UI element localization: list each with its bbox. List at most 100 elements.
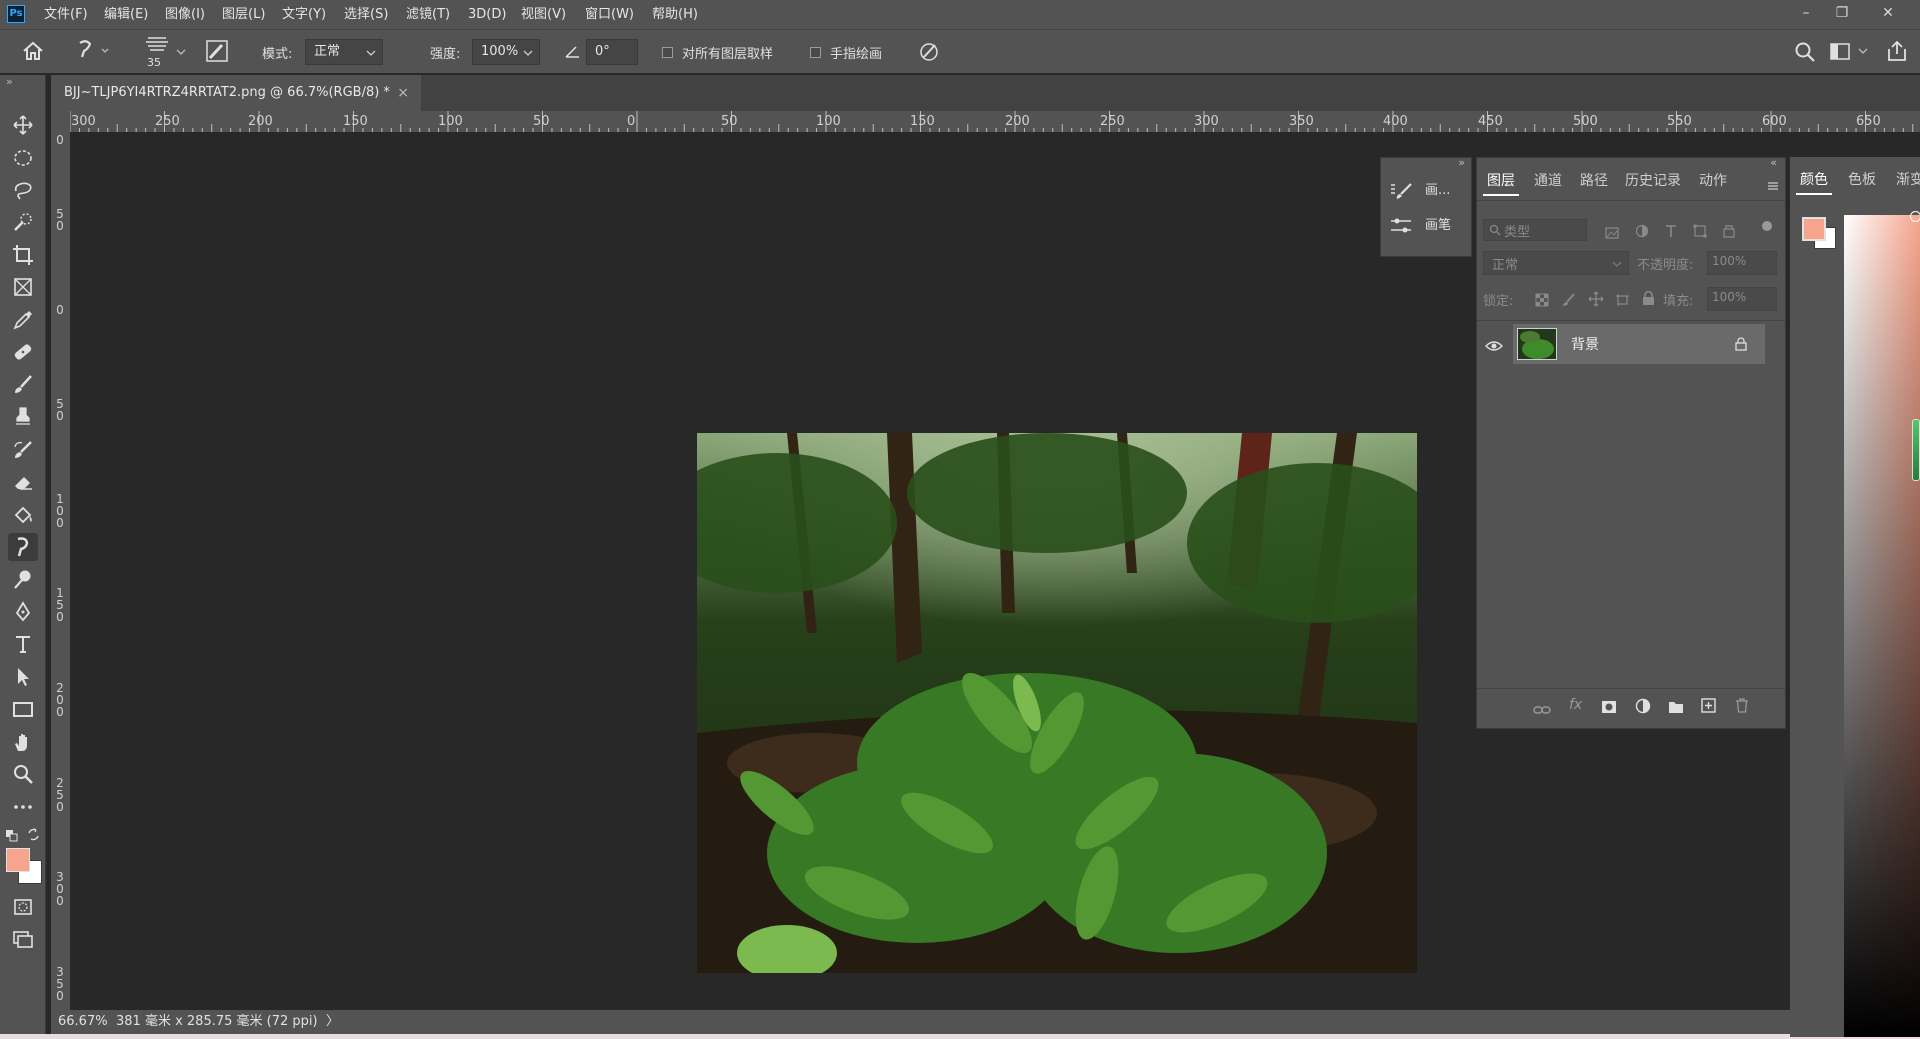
menu-image[interactable]: 图像(I): [165, 0, 205, 29]
swap-colors-icon[interactable]: [27, 826, 40, 845]
home-icon[interactable]: [22, 41, 44, 65]
lock-pixels-icon[interactable]: [1562, 292, 1576, 311]
document-image[interactable]: [697, 433, 1417, 973]
quick-mask-tool[interactable]: [8, 893, 38, 921]
search-icon[interactable]: [1794, 41, 1816, 67]
healing-brush-tool[interactable]: [8, 338, 38, 366]
toolbar-collapse-icon[interactable]: »: [6, 75, 13, 88]
tab-color[interactable]: 颜色: [1800, 169, 1828, 189]
rectangle-tool[interactable]: [8, 695, 38, 723]
opacity-input[interactable]: 100%: [1707, 251, 1777, 275]
menu-3d[interactable]: 3D(D): [468, 0, 506, 29]
filter-smart-object-icon[interactable]: [1722, 223, 1736, 242]
smudge-tool-preset-icon[interactable]: [76, 39, 110, 65]
lasso-tool[interactable]: [8, 176, 38, 204]
paint-bucket-tool[interactable]: [8, 501, 38, 529]
dodge-tool[interactable]: [8, 565, 38, 593]
lock-all-icon[interactable]: [1642, 290, 1655, 310]
document-tab[interactable]: BJJ~TLJP6YI4RTRZ4RRTAT2.png @ 66.7%(RGB/…: [51, 75, 421, 111]
quick-selection-tool[interactable]: [8, 208, 38, 236]
layers-panel-collapse-icon[interactable]: «: [1770, 156, 1777, 169]
menu-help[interactable]: 帮助(H): [652, 0, 698, 29]
angle-input[interactable]: 0°: [586, 39, 638, 65]
move-tool[interactable]: [8, 111, 38, 139]
minimize-button[interactable]: –: [1788, 0, 1824, 29]
horizontal-ruler[interactable]: 300 250 200 150 100 50 0 50 100 150 200 …: [70, 111, 1920, 133]
foreground-color-swatch[interactable]: [6, 848, 30, 872]
brush-preset-picker[interactable]: 35: [140, 34, 188, 70]
menu-type[interactable]: 文字(Y): [282, 0, 326, 29]
strength-input[interactable]: 100%: [472, 39, 540, 65]
smudge-tool[interactable]: [8, 533, 38, 561]
tab-gradients[interactable]: 渐变: [1896, 169, 1920, 189]
default-colors-icon[interactable]: [6, 827, 18, 846]
share-icon[interactable]: [1886, 40, 1908, 66]
restore-button[interactable]: ❐: [1824, 0, 1860, 29]
brush-presets-panel-button[interactable]: 画...: [1389, 178, 1469, 204]
sample-all-layers-checkbox[interactable]: [662, 47, 673, 58]
crop-tool[interactable]: [8, 241, 38, 269]
tab-swatches[interactable]: 色板: [1848, 169, 1876, 189]
tab-actions[interactable]: 动作: [1699, 170, 1727, 190]
filter-adjustment-icon[interactable]: [1635, 223, 1649, 242]
menu-filter[interactable]: 滤镜(T): [406, 0, 450, 29]
filter-type-icon[interactable]: [1664, 223, 1678, 242]
hand-tool[interactable]: [8, 728, 38, 756]
menu-view[interactable]: 视图(V): [521, 0, 566, 29]
filter-pixel-icon[interactable]: [1605, 224, 1619, 243]
eye-icon[interactable]: [1485, 337, 1503, 356]
vertical-ruler[interactable]: 0 50 0 50 100 150 200 250 300 350: [51, 132, 70, 1010]
color-picker-field[interactable]: [1844, 215, 1920, 1037]
mini-panel-collapse-icon[interactable]: »: [1458, 156, 1465, 169]
history-brush-tool[interactable]: [8, 436, 38, 464]
layer-row[interactable]: 背景: [1513, 324, 1765, 364]
filter-shape-icon[interactable]: [1693, 223, 1707, 242]
path-selection-tool[interactable]: [8, 663, 38, 691]
edit-toolbar-button[interactable]: [8, 793, 38, 821]
tab-channels[interactable]: 通道: [1534, 170, 1562, 190]
new-layer-icon[interactable]: [1701, 698, 1716, 717]
mode-select[interactable]: 正常: [305, 39, 383, 65]
brush-panel-button[interactable]: 画笔: [1389, 213, 1469, 239]
adjustment-layer-icon[interactable]: [1635, 698, 1651, 718]
layer-style-icon[interactable]: fx: [1569, 697, 1582, 713]
pressure-icon[interactable]: [918, 41, 940, 67]
tab-paths[interactable]: 路径: [1580, 170, 1608, 190]
brush-tool[interactable]: [8, 371, 38, 399]
lock-position-icon[interactable]: [1588, 291, 1604, 311]
lock-artboard-icon[interactable]: [1615, 292, 1630, 311]
lock-transparent-icon[interactable]: [1535, 292, 1549, 311]
color-foreground-swatch[interactable]: [1802, 217, 1826, 241]
brush-settings-icon[interactable]: [206, 40, 228, 66]
finger-painting-checkbox[interactable]: [810, 47, 821, 58]
eraser-tool[interactable]: [8, 468, 38, 496]
close-tab-icon[interactable]: ×: [397, 75, 409, 111]
frame-tool[interactable]: [8, 273, 38, 301]
color-picker-cursor[interactable]: [1910, 211, 1920, 222]
panel-menu-icon[interactable]: [1767, 176, 1779, 195]
close-window-button[interactable]: ✕: [1870, 0, 1906, 29]
menu-layer[interactable]: 图层(L): [222, 0, 265, 29]
filter-toggle-icon[interactable]: [1762, 221, 1772, 231]
new-group-icon[interactable]: [1668, 699, 1684, 718]
fill-input[interactable]: 100%: [1707, 287, 1777, 311]
tab-history[interactable]: 历史记录: [1625, 170, 1681, 190]
pen-tool[interactable]: [8, 598, 38, 626]
link-layers-icon[interactable]: [1533, 701, 1551, 720]
eyedropper-tool[interactable]: [8, 306, 38, 334]
workspace-icon[interactable]: [1830, 42, 1870, 66]
type-tool[interactable]: [8, 630, 38, 658]
elliptical-marquee-tool[interactable]: [8, 144, 38, 172]
delete-layer-icon[interactable]: [1735, 698, 1749, 717]
add-mask-icon[interactable]: [1601, 699, 1617, 718]
menu-window[interactable]: 窗口(W): [585, 0, 634, 29]
menu-edit[interactable]: 编辑(E): [104, 0, 148, 29]
screen-mode-tool[interactable]: [8, 925, 38, 953]
layer-filter-select[interactable]: 类型: [1483, 219, 1587, 241]
zoom-tool[interactable]: [8, 760, 38, 788]
menu-file[interactable]: 文件(F): [44, 0, 88, 29]
blend-mode-select[interactable]: 正常: [1483, 251, 1629, 275]
layer-lock-icon[interactable]: [1735, 336, 1747, 355]
menu-select[interactable]: 选择(S): [344, 0, 388, 29]
status-menu-arrow[interactable]: 〉: [326, 1010, 339, 1034]
